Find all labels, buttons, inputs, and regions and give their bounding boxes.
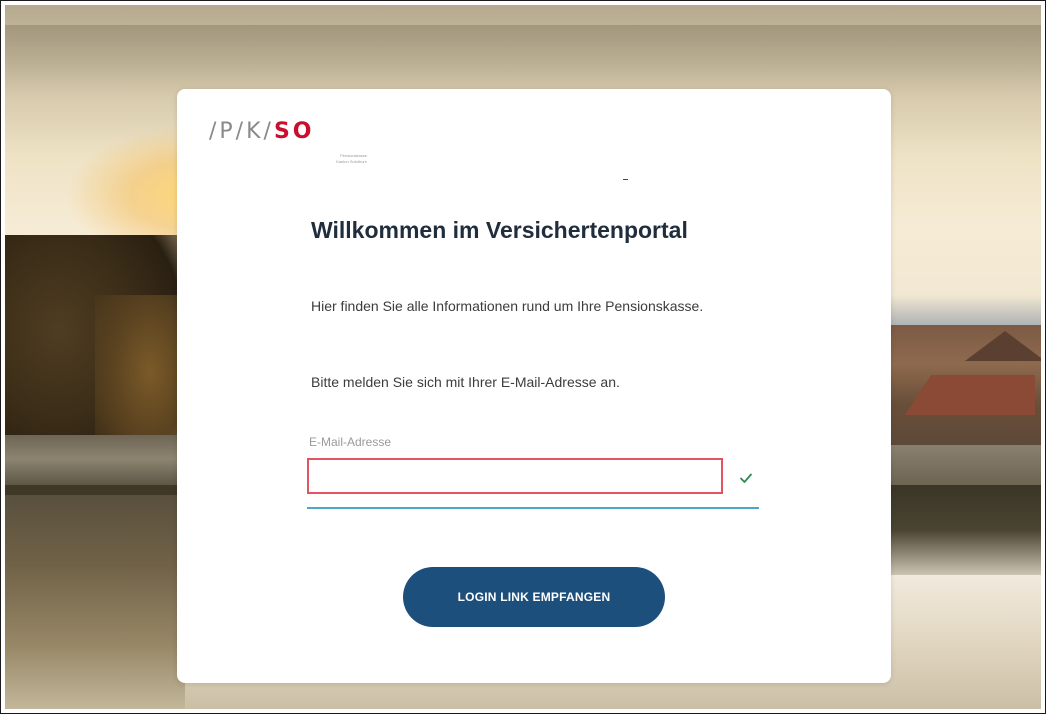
login-link-button[interactable]: LOGIN LINK EMPFANGEN xyxy=(403,567,665,627)
intro-text: Hier finden Sie alle Informationen rund … xyxy=(311,298,704,314)
window-frame: /P/K/SO Pensionskasse Kanton Solothurn W… xyxy=(0,0,1046,714)
page-title: Willkommen im Versichertenportal xyxy=(311,217,688,243)
login-instruction: Bitte melden Sie sich mit Ihrer E-Mail-A… xyxy=(311,374,620,390)
logo-so-part: SO xyxy=(273,119,315,144)
separator-mark xyxy=(623,179,628,180)
check-icon xyxy=(739,471,753,485)
logo-subtitle: Pensionskasse Kanton Solothurn xyxy=(277,153,367,165)
logo-subtitle-line2: Kanton Solothurn xyxy=(336,159,367,164)
pkso-logo: /P/K/SO Pensionskasse Kanton Solothurn xyxy=(209,119,379,173)
shore-right xyxy=(885,445,1041,485)
logo-slash-part: /P/K/ xyxy=(209,119,274,144)
water-reflection-left xyxy=(5,485,185,709)
email-field-underline xyxy=(307,507,759,509)
login-card: /P/K/SO Pensionskasse Kanton Solothurn W… xyxy=(177,89,891,683)
email-label: E-Mail-Adresse xyxy=(309,435,392,449)
logo-wordmark: /P/K/SO xyxy=(209,119,379,145)
water-reflection-right xyxy=(885,485,1041,575)
email-input[interactable] xyxy=(307,458,723,494)
